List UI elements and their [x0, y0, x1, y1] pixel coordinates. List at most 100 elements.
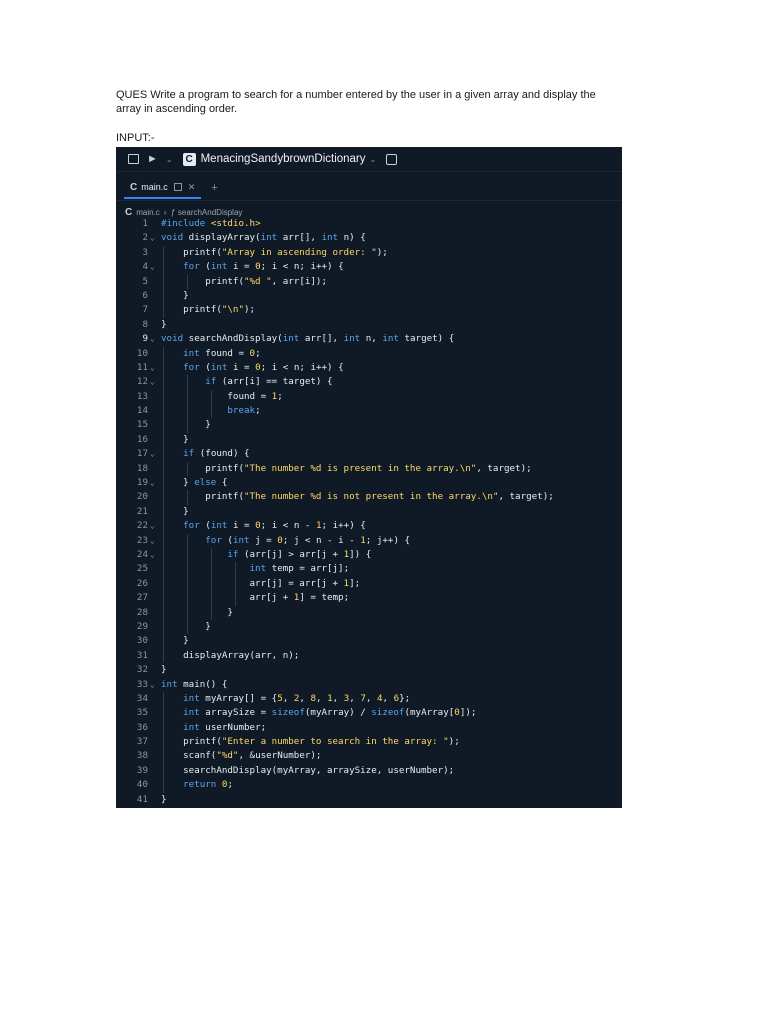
code-text: printf("\n");: [161, 304, 256, 316]
code-area[interactable]: 1 #include <stdio.h> 2 ⌄ void displayArray(i…: [116, 217, 622, 807]
code-text: for (int i = 0; i < n - 1; i++) {: [183, 520, 366, 532]
code-text: printf("Array in ascending order: ");: [161, 246, 388, 258]
chevron-down-icon[interactable]: ⌄: [166, 155, 173, 164]
fold-chevron-icon[interactable]: ⌄: [150, 361, 155, 375]
line-number: 15: [136, 419, 148, 431]
code-line[interactable]: 13 found = 1;: [116, 389, 622, 405]
add-tab-icon[interactable]: +: [211, 182, 217, 194]
code-line[interactable]: 3 printf("Array in ascending order: ");: [116, 245, 622, 261]
code-line[interactable]: 7 printf("\n");: [116, 303, 622, 318]
code-line[interactable]: 39 searchAndDisplay(myArray, arraySize, …: [116, 763, 622, 779]
code-line[interactable]: 15 }: [116, 418, 622, 433]
code-line[interactable]: 23 ⌄ for (int j = 0; j < n - i - 1; j++) …: [116, 533, 622, 548]
code-line[interactable]: 12 ⌄ if (arr[i] == target) {: [116, 375, 622, 390]
code-text: }: [161, 433, 189, 445]
replit-logo-icon: C: [182, 152, 196, 166]
line-number: 19: [136, 477, 148, 489]
code-line[interactable]: 26 arr[j] = arr[j + 1];: [116, 576, 622, 592]
code-line[interactable]: 17 ⌄ if (found) {: [116, 447, 622, 462]
sidebar-toggle-icon[interactable]: [128, 154, 139, 164]
code-line[interactable]: 36 int userNumber;: [116, 720, 622, 736]
code-line[interactable]: 35 int arraySize = sizeof(myArray) / siz…: [116, 706, 622, 721]
tab-main-c[interactable]: C main.c ✕: [124, 177, 202, 199]
code-text: int userNumber;: [183, 721, 267, 733]
code-text: } else {: [161, 477, 228, 489]
code-line[interactable]: 25 int temp = arr[j];: [116, 562, 622, 577]
code-line[interactable]: 14 break;: [116, 404, 622, 419]
line-number: 11: [136, 361, 148, 373]
fold-chevron-icon[interactable]: ⌄: [150, 519, 155, 533]
code-text: int arraySize = sizeof(myArray) / sizeof…: [183, 707, 477, 719]
code-line[interactable]: 28 }: [116, 605, 622, 620]
code-line[interactable]: 20 printf("The number %d is not present …: [116, 490, 622, 505]
code-line[interactable]: 4 ⌄ for (int i = 0; i < n; i++) {: [116, 260, 622, 275]
line-number: 35: [136, 707, 148, 719]
code-line[interactable]: 34 int myArray[] = {5, 2, 8, 1, 3, 7, 4,…: [116, 691, 622, 707]
code-line[interactable]: 40 return 0;: [116, 778, 622, 793]
code-line[interactable]: 1 #include <stdio.h>: [116, 217, 622, 231]
database-icon[interactable]: [386, 153, 398, 165]
code-line[interactable]: 16 }: [116, 432, 622, 448]
line-number: 9: [142, 333, 148, 345]
fold-chevron-icon[interactable]: ⌄: [150, 231, 155, 245]
code-line[interactable]: 10 int found = 0;: [116, 346, 622, 361]
code-line[interactable]: 11 ⌄ for (int i = 0; i < n; i++) {: [116, 360, 622, 376]
code-text: }: [161, 635, 189, 647]
code-line[interactable]: 2 ⌄ void displayArray(int arr[], int n) {: [116, 231, 622, 245]
fold-chevron-icon[interactable]: ⌄: [150, 375, 155, 389]
line-number: 34: [136, 692, 148, 704]
code-line[interactable]: 37 printf("Enter a number to search in t…: [116, 735, 622, 750]
code-line[interactable]: 8}: [116, 318, 622, 332]
tab-options-icon[interactable]: [173, 183, 182, 191]
code-line[interactable]: 41}: [116, 793, 622, 807]
fold-chevron-icon[interactable]: ⌄: [150, 534, 155, 548]
line-number: 17: [136, 448, 148, 460]
fold-chevron-icon[interactable]: ⌄: [150, 260, 155, 274]
fold-chevron-icon[interactable]: ⌄: [150, 447, 155, 461]
breadcrumb-file[interactable]: main.c: [136, 208, 160, 217]
breadcrumb-symbol[interactable]: searchAndDisplay: [178, 208, 242, 217]
code-line[interactable]: 32}: [116, 663, 622, 677]
project-chevron-down-icon[interactable]: ⌄: [370, 155, 377, 164]
line-number: 13: [136, 390, 148, 402]
line-number: 12: [136, 376, 148, 388]
code-text: int myArray[] = {5, 2, 8, 1, 3, 7, 4, 6}…: [183, 692, 411, 704]
code-line[interactable]: 27 arr[j + 1] = temp;: [116, 591, 622, 606]
line-number: 8: [142, 318, 148, 330]
code-line[interactable]: 18 printf("The number %d is present in t…: [116, 461, 622, 477]
code-text: int found = 0;: [183, 347, 261, 359]
line-number: 4: [142, 261, 148, 273]
line-number: 39: [136, 764, 148, 776]
code-line[interactable]: 24 ⌄ if (arr[j] > arr[j + 1]) {: [116, 547, 622, 563]
fold-chevron-icon[interactable]: ⌄: [150, 678, 155, 692]
code-line[interactable]: 29 }: [116, 619, 622, 635]
code-text: int main() {: [161, 678, 228, 690]
workspace-header: ► ⌄ C MenacingSandybrownDictionary ⌄: [116, 147, 622, 172]
code-text: #include <stdio.h>: [161, 218, 261, 229]
code-text: found = 1;: [161, 390, 283, 402]
fold-chevron-icon[interactable]: ⌄: [150, 548, 155, 562]
project-name[interactable]: MenacingSandybrownDictionary: [201, 153, 366, 165]
code-line[interactable]: 6 }: [116, 288, 622, 304]
code-text: }: [161, 505, 189, 517]
git-branch-icon[interactable]: ►: [147, 153, 158, 165]
code-text: for (int i = 0; i < n; i++) {: [183, 261, 344, 273]
code-line[interactable]: 19 ⌄ } else {: [116, 476, 622, 491]
code-text: if (arr[i] == target) {: [205, 376, 333, 388]
line-number: 38: [136, 750, 148, 762]
code-line[interactable]: 9 ⌄ void searchAndDisplay(int arr[], int n…: [116, 332, 622, 346]
line-number: 3: [142, 246, 148, 258]
close-icon[interactable]: ✕: [188, 182, 196, 193]
code-line[interactable]: 31 displayArray(arr, n);: [116, 648, 622, 664]
code-line[interactable]: 33 ⌄ int main() {: [116, 678, 622, 692]
line-number: 40: [136, 779, 148, 791]
fold-chevron-icon[interactable]: ⌄: [150, 476, 155, 490]
code-line[interactable]: 5 printf("%d ", arr[i]);: [116, 274, 622, 289]
code-line[interactable]: 38 scanf("%d", &userNumber);: [116, 749, 622, 764]
code-line[interactable]: 30 }: [116, 634, 622, 649]
code-text: }: [161, 620, 211, 632]
code-line[interactable]: 22 ⌄ for (int i = 0; i < n - 1; i++) {: [116, 519, 622, 534]
code-text: if (arr[j] > arr[j + 1]) {: [227, 548, 372, 560]
code-line[interactable]: 21 }: [116, 504, 622, 520]
fold-chevron-icon[interactable]: ⌄: [150, 332, 155, 346]
